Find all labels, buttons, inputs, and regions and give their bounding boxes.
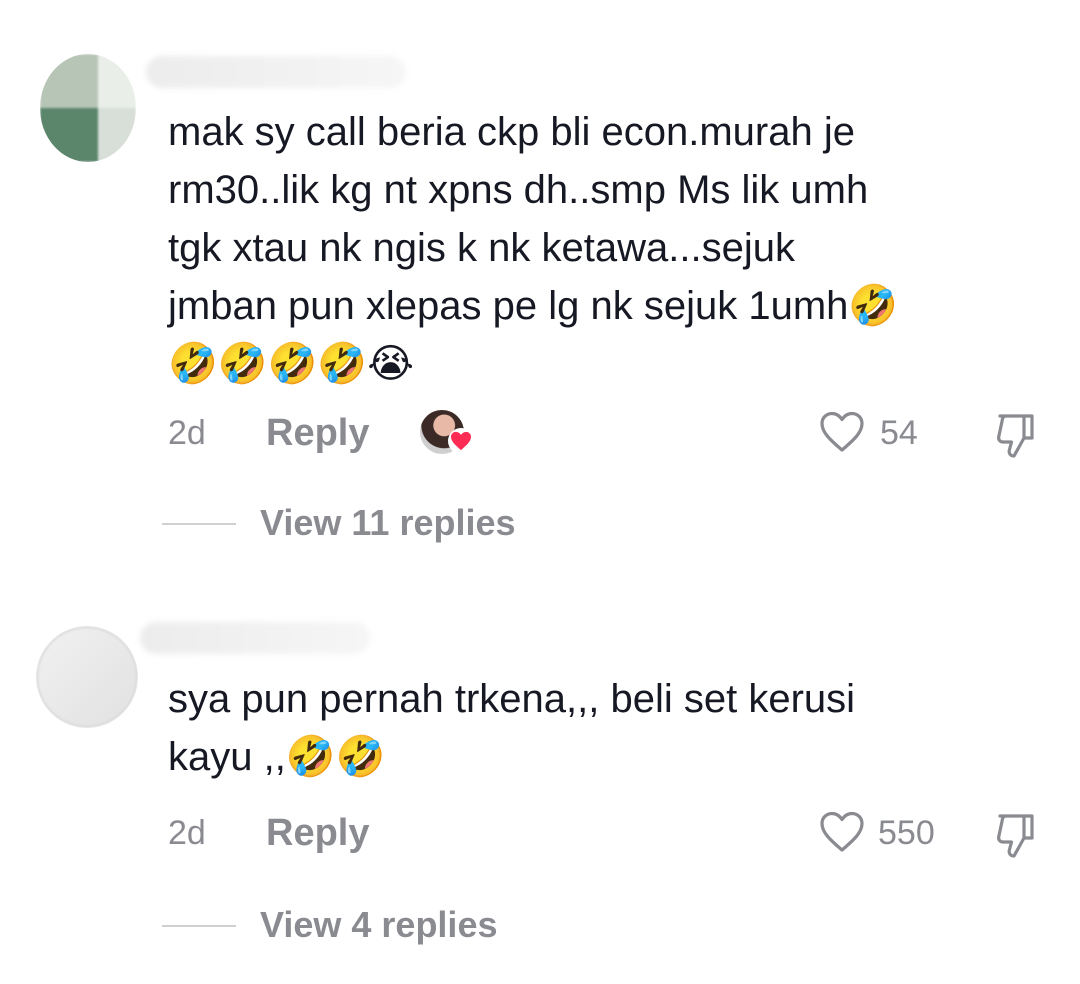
thumbs-down-icon[interactable] [994,412,1036,465]
view-replies-label[interactable]: View 4 replies [260,904,497,946]
reply-button[interactable]: Reply [266,812,369,855]
reply-button[interactable]: Reply [266,412,369,455]
liked-by-creator-badge [420,406,476,462]
avatar[interactable] [40,54,136,162]
username-redacted [140,622,370,654]
comment-item: mak sy call beria ckp bli econ.murah je … [0,0,1080,560]
red-heart-icon [448,428,474,454]
view-replies-label[interactable]: View 11 replies [260,502,516,544]
timestamp: 2d [168,814,206,852]
like-count: 54 [880,414,918,452]
avatar[interactable] [36,626,138,728]
view-replies[interactable]: View 11 replies [0,498,1080,548]
timestamp: 2d [168,414,206,452]
view-replies[interactable]: View 4 replies [0,900,1080,950]
heart-outline-icon[interactable] [818,410,866,459]
username-redacted [146,56,406,88]
comment-text: sya pun pernah trkena,,, beli set kerusi… [168,677,856,779]
thumbs-down-icon[interactable] [994,812,1036,865]
like-count: 550 [878,814,935,852]
comment-text: mak sy call beria ckp bli econ.murah je … [168,110,899,386]
comment-actions: 2d Reply 550 [0,806,1080,862]
divider [162,523,236,525]
comment-item: sya pun pernah trkena,,, beli set kerusi… [0,600,1080,984]
heart-outline-icon[interactable] [818,810,866,859]
comment-actions: 2d Reply 54 [0,406,1080,462]
divider [162,925,236,927]
